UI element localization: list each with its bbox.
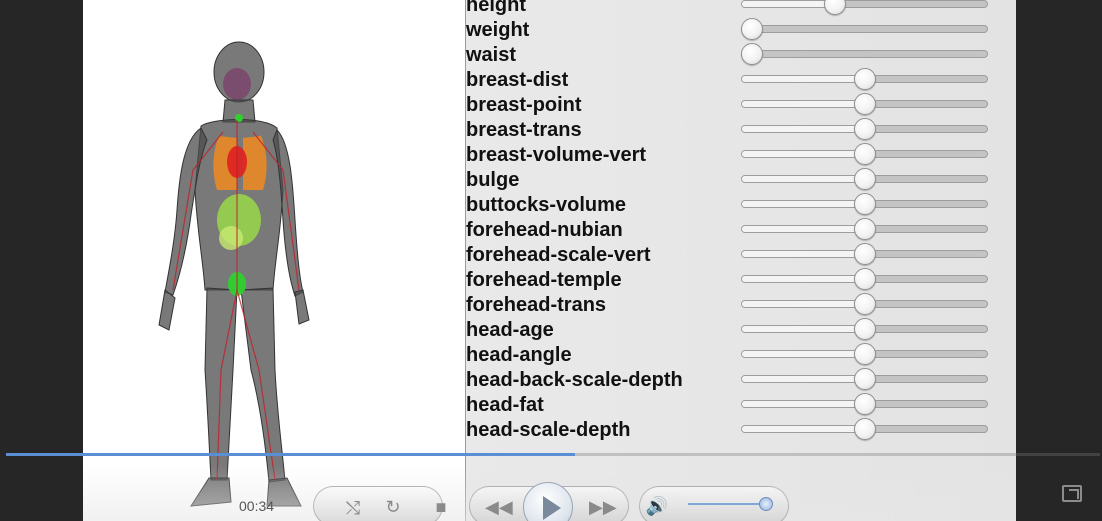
volume-slider-thumb[interactable]	[759, 497, 773, 511]
modifier-label: height	[466, 0, 526, 16]
modifier-slider-thumb[interactable]	[853, 118, 876, 140]
left-controls-group	[313, 486, 443, 521]
modifier-row: head-angle	[466, 343, 1016, 369]
modifier-slider-fill	[742, 276, 866, 282]
modifier-slider-fill	[742, 326, 866, 332]
seek-bar-played	[6, 453, 575, 456]
modifier-label: bulge	[466, 169, 520, 191]
modifier-label: forehead-temple	[466, 269, 622, 291]
modifier-row: waist	[466, 43, 1016, 69]
elapsed-time: 00:34	[239, 498, 275, 514]
modifier-slider-fill	[742, 376, 866, 382]
modifier-row: forehead-temple	[466, 268, 1016, 294]
modifier-slider-fill	[742, 351, 866, 357]
modifier-slider-thumb[interactable]	[853, 318, 876, 340]
modifier-label: forehead-scale-vert	[466, 244, 651, 266]
modifier-row: breast-dist	[466, 68, 1016, 94]
modifier-slider-thumb[interactable]	[853, 193, 876, 215]
modifier-label: head-fat	[466, 394, 544, 416]
modifier-label: breast-volume-vert	[466, 144, 647, 166]
modifier-slider-fill	[742, 1, 834, 7]
modifier-slider-fill	[742, 226, 866, 232]
modifier-slider-fill	[742, 301, 866, 307]
modifier-row: weight	[466, 18, 1016, 44]
modifier-slider-thumb[interactable]	[853, 68, 876, 90]
modifier-slider-thumb[interactable]	[853, 218, 876, 240]
modifier-slider-thumb[interactable]	[853, 368, 876, 390]
modifier-label: breast-point	[466, 94, 582, 116]
modifier-label: forehead-nubian	[466, 219, 623, 241]
video-frame[interactable]: height weight waist breast-dist breast-point…	[83, 0, 1016, 521]
modifier-slider-thumb[interactable]	[824, 0, 847, 15]
modifier-slider-thumb[interactable]	[741, 18, 763, 40]
modifier-label: head-angle	[466, 344, 572, 366]
player-controls: 00:34 ⤭ ↻ ■ ◀◀ ▶▶ 🔊	[83, 466, 1016, 521]
modifier-label: waist	[466, 44, 517, 66]
modifier-slider-thumb[interactable]	[853, 168, 876, 190]
shuffle-icon[interactable]: ⤭	[341, 498, 365, 518]
stop-icon[interactable]: ■	[429, 497, 453, 517]
play-icon	[543, 496, 561, 520]
modifier-slider[interactable]	[741, 0, 988, 8]
repeat-icon[interactable]: ↻	[381, 497, 405, 517]
letterbox-left	[0, 0, 83, 521]
modifier-slider-thumb[interactable]	[853, 143, 876, 165]
modifier-label: breast-dist	[466, 69, 569, 91]
anatomy-figure	[158, 41, 310, 507]
modifier-slider-fill	[742, 426, 866, 432]
modifier-slider[interactable]	[741, 25, 988, 33]
modifier-label: head-back-scale-depth	[466, 369, 683, 391]
modifier-slider-thumb[interactable]	[853, 293, 876, 315]
modifier-row: breast-trans	[466, 118, 1016, 144]
modifier-slider-thumb[interactable]	[853, 93, 876, 115]
modifier-label: head-scale-depth	[466, 419, 631, 441]
modifier-row: breast-volume-vert	[466, 143, 1016, 169]
modifier-slider-fill	[742, 201, 866, 207]
modifier-label: forehead-trans	[466, 294, 607, 316]
modifier-slider-thumb[interactable]	[853, 418, 876, 440]
modifier-slider-thumb[interactable]	[853, 243, 876, 265]
modifier-label: buttocks-volume	[466, 194, 627, 216]
modifier-row: buttocks-volume	[466, 193, 1016, 219]
modifier-label: weight	[466, 19, 530, 41]
modifier-row: bulge	[466, 168, 1016, 194]
seek-bar[interactable]	[6, 453, 1100, 456]
modifier-row: forehead-nubian	[466, 218, 1016, 244]
modifier-row: head-scale-depth	[466, 418, 1016, 444]
modifier-slider-fill	[742, 151, 866, 157]
modifier-row: breast-point	[466, 93, 1016, 119]
modifier-slider-thumb[interactable]	[853, 268, 876, 290]
modifier-row: head-fat	[466, 393, 1016, 419]
volume-slider[interactable]	[688, 503, 768, 505]
fast-forward-icon[interactable]: ▶▶	[589, 497, 617, 517]
modifier-row: forehead-scale-vert	[466, 243, 1016, 269]
modifier-row: head-back-scale-depth	[466, 368, 1016, 394]
modifier-row: forehead-trans	[466, 293, 1016, 319]
modifier-slider[interactable]	[741, 50, 988, 58]
modifier-slider-thumb[interactable]	[741, 43, 763, 65]
modifier-slider-fill	[742, 401, 866, 407]
letterbox-right	[1016, 0, 1102, 521]
modifier-slider-thumb[interactable]	[853, 393, 876, 415]
modifier-label: breast-trans	[466, 119, 582, 141]
modifier-slider-fill	[742, 126, 866, 132]
modifier-slider-fill	[742, 101, 866, 107]
modifier-label: head-age	[466, 319, 554, 341]
modifier-slider-fill	[742, 251, 866, 257]
rewind-icon[interactable]: ◀◀	[485, 497, 513, 517]
modifier-slider-fill	[742, 176, 866, 182]
modifier-slider-thumb[interactable]	[853, 343, 876, 365]
anatomy-viewport[interactable]	[83, 0, 465, 521]
modifier-row: height	[466, 0, 1016, 19]
modifier-slider-fill	[742, 76, 866, 82]
switch-to-library-icon[interactable]	[1062, 485, 1082, 502]
modifier-panel: height weight waist breast-dist breast-point…	[465, 0, 1016, 521]
volume-icon[interactable]: 🔊	[645, 496, 669, 516]
modifier-row: head-age	[466, 318, 1016, 344]
